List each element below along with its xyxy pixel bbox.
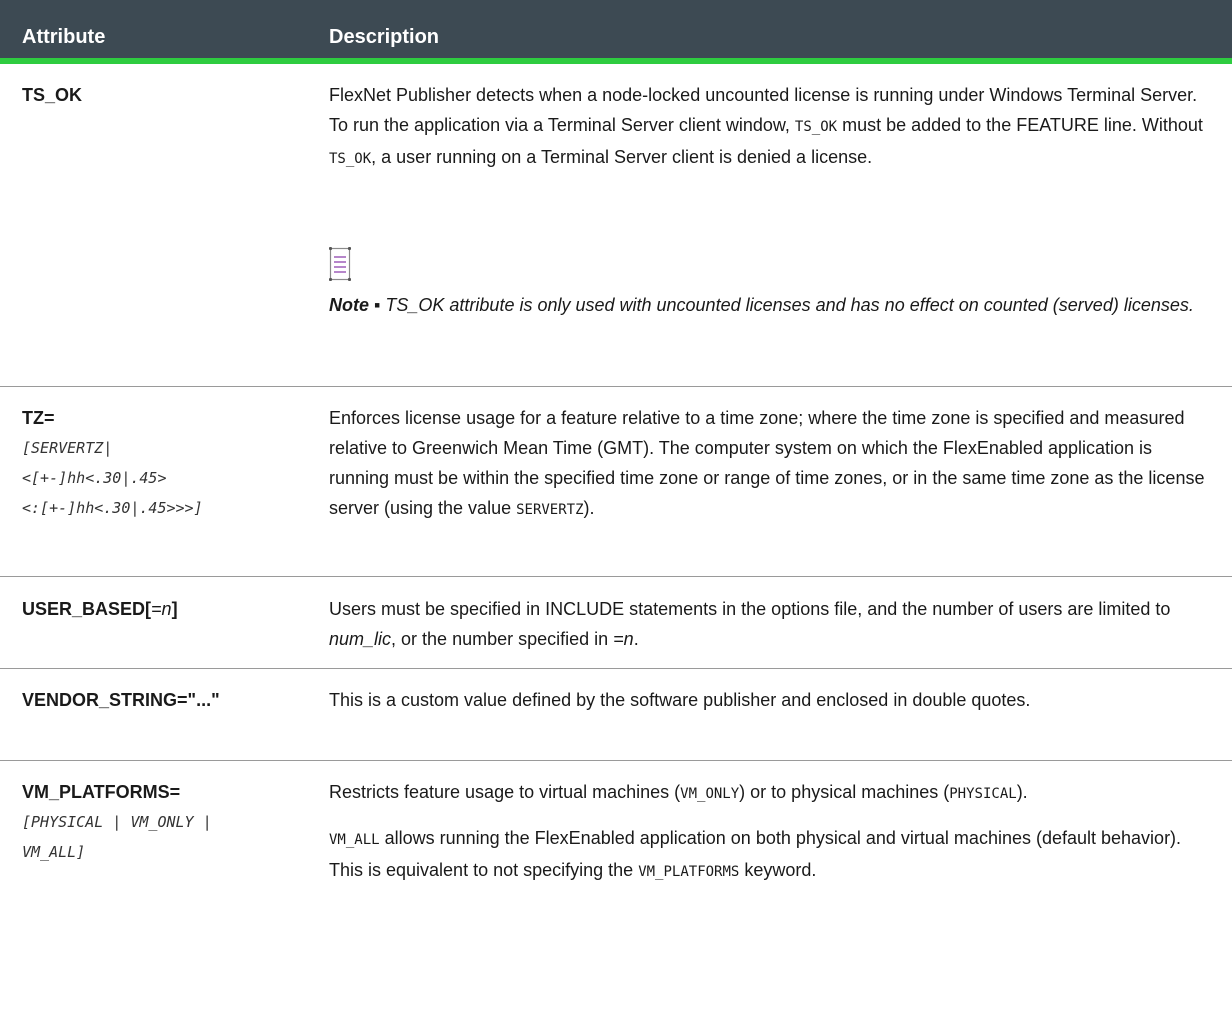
attribute-name: USER_BASED[=n]: [22, 599, 178, 619]
attribute-cell: USER_BASED[=n]: [22, 594, 312, 624]
attribute-cell: TS_OK: [22, 80, 312, 110]
description-text: Enforces license usage for a feature rel…: [329, 408, 1205, 518]
attribute-syntax: [PHYSICAL | VM_ONLY |: [22, 813, 212, 831]
description-cell: FlexNet Publisher detects when a node-lo…: [329, 80, 1214, 315]
attribute-name: TS_OK: [22, 85, 83, 105]
attribute-syntax: <:[+-]hh<.30|.45>>>]: [22, 499, 203, 517]
note-icon: [329, 247, 351, 281]
header-attribute: Attribute: [22, 26, 106, 48]
description-cell: Users must be specified in INCLUDE state…: [329, 594, 1214, 654]
header-accent-bar: [0, 58, 1232, 64]
attribute-name: VM_PLATFORMS=: [22, 782, 181, 802]
description-text: This is a custom value defined by the so…: [329, 690, 1031, 710]
attribute-cell: VENDOR_STRING="...": [22, 685, 312, 715]
table-header: Attribute Description: [0, 0, 1232, 58]
row-divider: [0, 668, 1232, 669]
description-text: Users must be specified in INCLUDE state…: [329, 599, 1171, 649]
row-divider: [0, 386, 1232, 387]
attribute-syntax: [SERVERTZ|: [22, 439, 113, 457]
description-cell: This is a custom value defined by the so…: [329, 685, 1214, 715]
row-divider: [0, 576, 1232, 577]
row-divider: [0, 760, 1232, 761]
note-text: Note ▪ TS_OK attribute is only used with…: [329, 295, 1194, 315]
description-text: VM_ALL allows running the FlexEnabled ap…: [329, 828, 1182, 880]
description-text: Restricts feature usage to virtual machi…: [329, 782, 1028, 802]
attribute-syntax: <[+-]hh<.30|.45>: [22, 469, 167, 487]
attribute-name: TZ=: [22, 408, 55, 428]
attribute-cell: VM_PLATFORMS= [PHYSICAL | VM_ONLY | VM_A…: [22, 777, 312, 867]
description-cell: Restricts feature usage to virtual machi…: [329, 777, 1214, 887]
attribute-syntax: VM_ALL]: [22, 843, 86, 861]
header-description: Description: [329, 26, 440, 48]
attribute-table: Attribute Description TS_OK FlexNet Publ…: [0, 0, 1232, 1015]
attribute-cell: TZ= [SERVERTZ| <[+-]hh<.30|.45> <:[+-]hh…: [22, 403, 312, 523]
attribute-name: VENDOR_STRING="...": [22, 690, 220, 710]
description-text: FlexNet Publisher detects when a node-lo…: [329, 85, 1203, 167]
description-cell: Enforces license usage for a feature rel…: [329, 403, 1214, 525]
